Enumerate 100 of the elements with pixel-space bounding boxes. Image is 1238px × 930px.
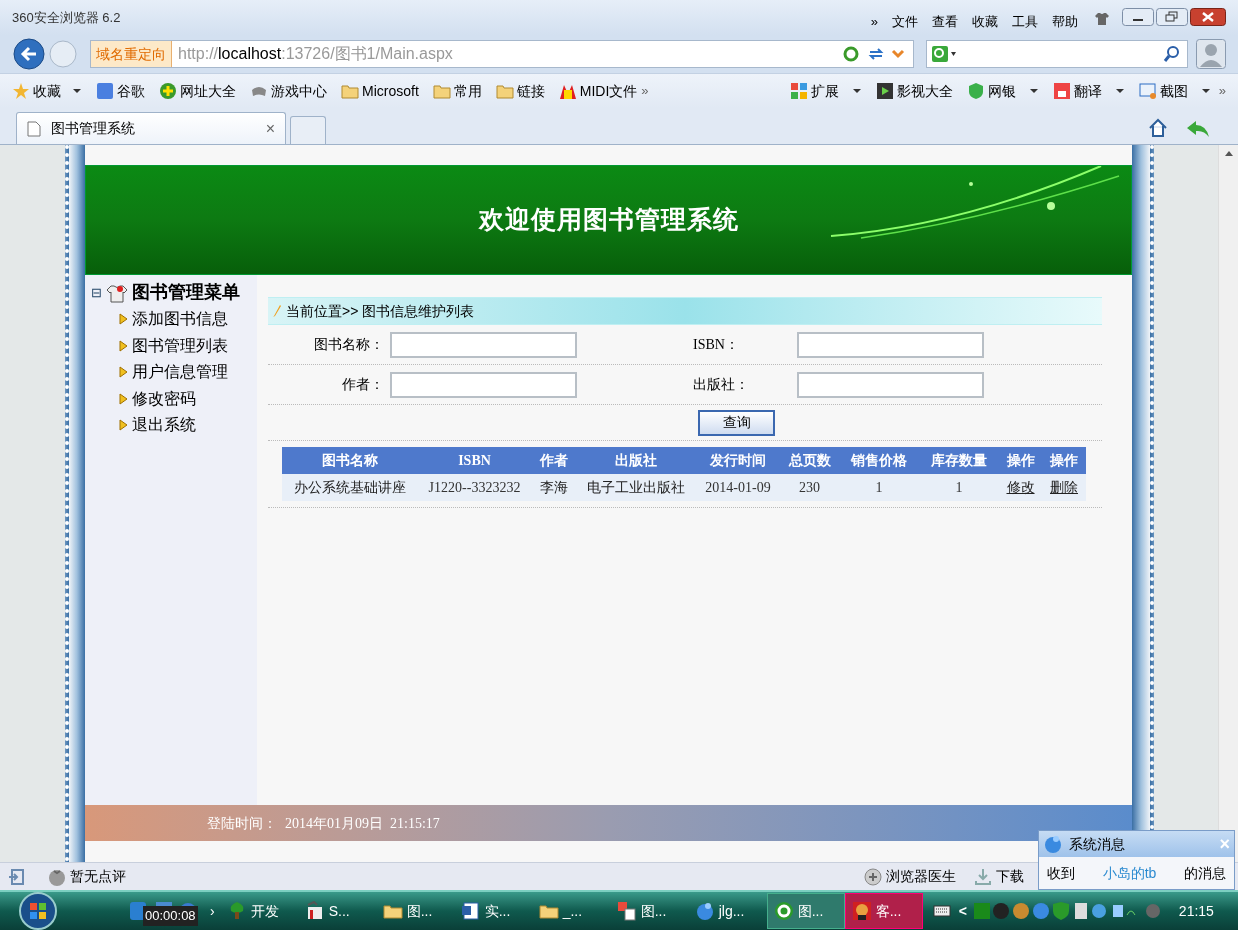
sidebar-item[interactable]: 用户信息管理 [119, 359, 257, 386]
text-input[interactable] [390, 331, 577, 358]
folder-icon [495, 82, 514, 100]
menu-item[interactable]: » [870, 12, 878, 32]
table-link[interactable]: 修改 [1006, 479, 1035, 495]
toolbar-item[interactable]: 网银 [966, 80, 1039, 102]
bookmark-item[interactable]: MIDI文件 [558, 80, 638, 102]
sender-link[interactable]: 小岛的tb [1102, 862, 1157, 884]
exit-icon [8, 868, 24, 885]
page-icon [27, 120, 41, 137]
menu-item[interactable]: 收藏 [972, 12, 998, 32]
bookmark-item[interactable]: 谷歌 [96, 80, 145, 102]
triangle-icon [119, 392, 128, 405]
sidebar-item[interactable]: 退出系统 [119, 412, 257, 439]
pencil-icon [272, 304, 282, 318]
scroll-up-icon [1224, 151, 1233, 156]
bookmark-item[interactable]: 网址大全 [159, 80, 236, 102]
triangle-icon [119, 366, 128, 379]
column-header: 库存数量 [919, 447, 999, 474]
toolbar-item[interactable]: 扩展 [789, 80, 862, 102]
taskbar-button[interactable]: 实... [454, 893, 533, 929]
tray-expand-button[interactable]: < [958, 900, 967, 922]
back-icon [12, 37, 46, 71]
browser-tab[interactable]: 图书管理系统 × [16, 112, 286, 144]
notification-title: 系统消息 [1069, 834, 1126, 854]
download-icon [974, 867, 992, 886]
bookmark-item[interactable]: 常用 [432, 80, 482, 102]
menu-item[interactable]: 工具 [1012, 12, 1038, 32]
taskbar-button[interactable]: 图... [766, 893, 845, 929]
caret-icon [851, 88, 862, 94]
scrollbar[interactable] [1218, 145, 1238, 862]
bookmark-item[interactable]: 游戏中心 [250, 80, 327, 102]
table-cell: 电子工业出版社 [587, 479, 685, 495]
more-button[interactable]: » [1218, 81, 1226, 101]
toolbar-item[interactable]: 翻译 [1052, 80, 1125, 102]
minimize-icon [1122, 8, 1154, 26]
url-text: http://localhost:13726/图书1/Main.aspx [178, 44, 453, 64]
column-header: 总页数 [780, 447, 839, 474]
shirt-pin-icon [106, 282, 128, 303]
taskbar-button[interactable]: jlg... [688, 893, 767, 929]
table-link[interactable]: 删除 [1050, 479, 1078, 495]
taskbar-button[interactable]: 图... [376, 893, 455, 929]
toolbar-item[interactable]: 截图 [1138, 80, 1211, 102]
clock: 21:15 [1178, 901, 1214, 921]
taskbar-button[interactable]: 客... [844, 893, 923, 929]
text-input[interactable] [797, 371, 984, 398]
chevron-button[interactable]: › [210, 900, 215, 922]
play-icon [875, 82, 894, 100]
app-icon [616, 901, 637, 921]
keyboard-icon [932, 904, 951, 918]
sidebar-item[interactable]: 修改密码 [119, 385, 257, 412]
toolbar-item[interactable]: 影视大全 [875, 80, 953, 102]
close-tab-button[interactable]: × [265, 116, 275, 141]
text-input[interactable] [390, 371, 577, 398]
notification-text: 的消息 [1184, 863, 1226, 883]
status-item[interactable]: 浏览器医生 [864, 866, 956, 887]
taskbar-button[interactable]: 图... [610, 893, 689, 929]
triangle-icon [119, 313, 128, 326]
banner-title: 欢迎使用图书管理系统 [478, 204, 739, 236]
menu-item[interactable]: 帮助 [1052, 12, 1078, 32]
taskbar-button[interactable]: _... [532, 893, 611, 929]
sidebar-item[interactable]: 图书管理列表 [119, 332, 257, 359]
triangle-icon [119, 339, 128, 352]
table-cell: 办公系统基础讲座 [293, 479, 406, 495]
notification-text: 收到 [1047, 863, 1075, 883]
bookmark-item[interactable]: 链接 [495, 80, 545, 102]
shield-icon [966, 82, 985, 100]
field-label: ISBN： [693, 336, 740, 354]
status-item[interactable]: 下载 [974, 866, 1024, 887]
start-button-icon [18, 891, 58, 930]
new-tab-button[interactable] [290, 116, 326, 144]
more-button[interactable]: » [641, 81, 649, 101]
table-cell: 1 [875, 480, 883, 495]
taskbar-button[interactable]: 开发 [220, 893, 299, 929]
query-button[interactable]: 查询 [698, 409, 775, 436]
field-label: 出版社： [693, 375, 750, 394]
sidebar-item[interactable]: 添加图书信息 [119, 306, 257, 333]
taskbar-button[interactable]: S... [298, 893, 377, 929]
word-document-icon [460, 901, 481, 921]
menu-item[interactable]: 查看 [932, 12, 958, 32]
column-header: 销售价格 [839, 447, 919, 474]
user-avatar-icon [1196, 39, 1226, 69]
login-label: 登陆时间： [207, 813, 277, 833]
rating-text[interactable]: 暂无点评 [70, 866, 126, 887]
search-field[interactable] [926, 40, 1188, 68]
forward-icon [48, 39, 78, 69]
menu-item[interactable]: 文件 [892, 12, 918, 32]
screenshot-icon [1138, 82, 1157, 100]
collapse-toggle[interactable]: ⊟ [91, 282, 102, 303]
column-header: 出版社 [576, 447, 696, 474]
bookmark-item[interactable]: 收藏 [12, 80, 82, 102]
column-header: 操作 [1042, 447, 1086, 474]
bookmark-item[interactable]: Microsoft [341, 80, 419, 102]
text-input[interactable] [797, 331, 984, 358]
grid-icon [789, 82, 808, 100]
address-field[interactable]: 域名重定向 http://localhost:13726/图书1/Main.aspx [90, 40, 914, 68]
shirt-icon [1094, 12, 1110, 26]
star-icon [12, 82, 30, 100]
caret-icon [72, 88, 82, 94]
search-engine-icon [931, 45, 957, 63]
